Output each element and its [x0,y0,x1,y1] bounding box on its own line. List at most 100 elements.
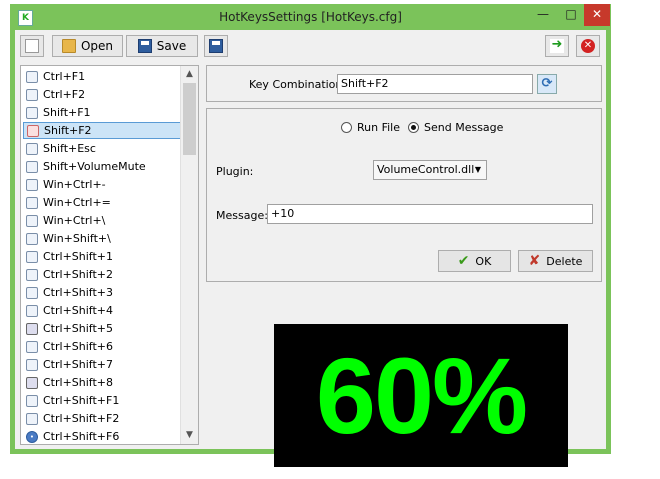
send-message-icon [26,268,38,281]
send-message-icon [26,160,38,173]
new-button[interactable] [20,35,44,57]
hotkey-label: Win+Ctrl+- [43,178,106,191]
hotkey-label: Ctrl+Shift+2 [43,268,114,281]
radio-selected-icon [408,122,419,133]
folder-icon [61,39,76,53]
minimize-button[interactable]: — [530,4,556,26]
send-message-icon [26,304,38,317]
send-message-label: Send Message [424,121,504,134]
radio-circle-icon [341,122,352,133]
apply-button[interactable]: ➜ [545,35,569,57]
hotkey-label: Ctrl+Shift+3 [43,286,114,299]
hotkey-list-item[interactable]: Ctrl+Shift+3 [23,284,181,301]
hotkey-label: Ctrl+Shift+8 [43,376,114,389]
send-message-icon [26,232,38,245]
refresh-icon[interactable]: ⟳ [537,74,557,94]
open-button[interactable]: Open [52,35,123,57]
scroll-down-icon[interactable]: ▼ [181,427,198,444]
screen-icon [26,376,38,389]
save-label: Save [156,39,187,53]
hotkey-list-item[interactable]: Ctrl+Shift+5 [23,320,181,337]
hotkey-list-item[interactable]: Ctrl+Shift+8 [23,374,181,391]
hotkey-list-item[interactable]: Ctrl+Shift+1 [23,248,181,265]
message-input[interactable]: +10 [267,204,593,224]
list-scrollbar[interactable]: ▲ ▼ [180,66,198,444]
send-message-icon [26,178,38,191]
hotkey-label: Ctrl+F2 [43,88,86,101]
key-combination-label: Key Combination: [249,78,347,91]
hotkey-list-item[interactable]: Ctrl+Shift+7 [23,356,181,373]
hotkey-list-item[interactable]: Ctrl+Shift+6 [23,338,181,355]
delete-button[interactable]: ✘ Delete [518,250,593,272]
window-title: HotKeysSettings [HotKeys.cfg] [219,10,402,24]
floppy-disk-icon [209,39,223,53]
ok-label: OK [475,254,492,268]
save-button[interactable]: Save [126,35,198,57]
hotkey-label: Win+Ctrl+\ [43,214,106,227]
hotkey-list-item[interactable]: Win+Ctrl+= [23,194,181,211]
send-message-icon [27,124,39,137]
hotkey-list-item[interactable]: Shift+Esc [23,140,181,157]
hotkey-label: Ctrl+Shift+4 [43,304,114,317]
scroll-thumb[interactable] [183,83,196,155]
hotkey-list-item[interactable]: Shift+F1 [23,104,181,121]
send-message-icon [26,196,38,209]
hotkey-label: Win+Ctrl+= [43,196,111,209]
hotkey-label: Shift+Esc [43,142,96,155]
screen-icon [26,322,38,335]
send-message-icon [26,412,38,425]
send-message-icon [26,88,38,101]
hotkey-label: Shift+F1 [43,106,91,119]
hotkey-list-item[interactable]: Win+Ctrl+\ [23,212,181,229]
hotkey-list-item[interactable]: • Ctrl+Shift+F6 [23,428,181,444]
send-message-icon [26,250,38,263]
key-combination-panel: Key Combination: Shift+F2 ⟳ [206,65,602,102]
chevron-down-icon: ▼ [474,165,481,174]
title-bar[interactable]: K HotKeysSettings [HotKeys.cfg] — □ ✕ [10,4,611,30]
hotkey-list-item[interactable]: Shift+F2 [23,122,181,139]
plugin-label: Plugin: [216,165,254,178]
hotkey-list-item[interactable]: Win+Ctrl+- [23,176,181,193]
close-button[interactable]: ✕ [584,4,610,26]
ok-button[interactable]: ✔ OK [438,250,511,272]
hotkey-list-item[interactable]: Ctrl+Shift+F1 [23,392,181,409]
send-message-icon [26,394,38,407]
send-message-icon [26,286,38,299]
open-label: Open [80,39,114,53]
hotkey-list-item[interactable]: Shift+VolumeMute [23,158,181,175]
send-message-icon [26,106,38,119]
hotkey-list-item[interactable]: Ctrl+Shift+F2 [23,410,181,427]
green-arrow-icon: ➜ [550,37,564,53]
exit-button[interactable]: ✕ [576,35,600,57]
scroll-up-icon[interactable]: ▲ [181,66,198,83]
hotkey-list-item[interactable]: Ctrl+Shift+2 [23,266,181,283]
checkmark-icon: ✔ [457,253,470,269]
run-file-radio[interactable]: Run File [341,121,400,134]
hotkey-label: Shift+VolumeMute [43,160,146,173]
key-combination-input[interactable]: Shift+F2 [337,74,533,94]
maximize-button[interactable]: □ [558,4,584,26]
hotkey-label: Win+Shift+\ [43,232,111,245]
save-as-button[interactable] [204,35,228,57]
send-message-icon [26,358,38,371]
hotkey-list-item[interactable]: Win+Shift+\ [23,230,181,247]
hotkey-label: Ctrl+Shift+F2 [43,412,120,425]
lock-icon: • [26,430,38,443]
send-message-icon [26,214,38,227]
volume-overlay: 60% [274,324,568,467]
hotkey-list[interactable]: Ctrl+F1 Ctrl+F2 Shift+F1 Shift+F2 Shift+Esc S… [20,65,199,445]
send-message-radio[interactable]: Send Message [408,121,503,134]
send-message-icon [26,142,38,155]
delete-label: Delete [546,254,583,268]
hotkey-list-item[interactable]: Ctrl+F1 [23,68,181,85]
hotkey-list-item[interactable]: Ctrl+Shift+4 [23,302,181,319]
hotkey-label: Ctrl+F1 [43,70,86,83]
hotkey-list-item[interactable]: Ctrl+F2 [23,86,181,103]
action-panel: Run File Send Message Plugin: VolumeCont… [206,108,602,282]
delete-x-icon: ✘ [528,253,541,269]
floppy-disk-icon [137,39,152,53]
run-file-label: Run File [357,121,400,134]
hotkey-label: Ctrl+Shift+F1 [43,394,120,407]
hotkey-label: Ctrl+Shift+1 [43,250,114,263]
plugin-select[interactable]: VolumeControl.dll ▼ [373,160,487,180]
